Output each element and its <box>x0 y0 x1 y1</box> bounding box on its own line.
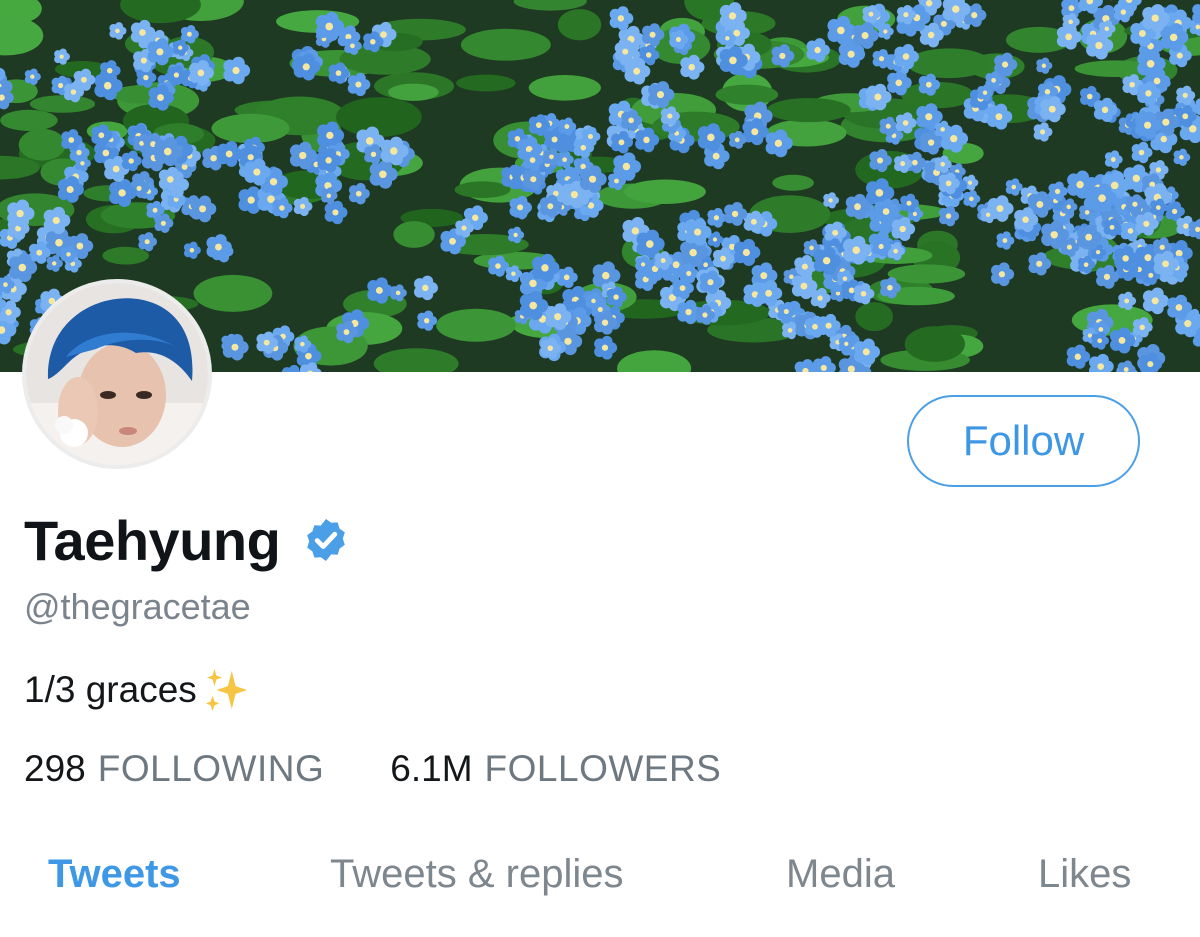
verified-badge-icon <box>307 519 346 561</box>
followers-stat[interactable]: 6.1M FOLLOWERS <box>390 748 721 790</box>
avatar-image <box>26 283 208 465</box>
tab-tweets-and-replies[interactable]: Tweets & replies <box>330 852 623 897</box>
followers-label: FOLLOWERS <box>484 748 722 789</box>
sparkles-icon <box>205 668 247 712</box>
tab-likes[interactable]: Likes <box>1038 852 1131 897</box>
profile-tabs: Tweets Tweets & replies Media Likes <box>0 852 1200 912</box>
tab-media[interactable]: Media <box>786 852 895 897</box>
profile-stats: 298 FOLLOWING 6.1M FOLLOWERS <box>24 748 721 790</box>
following-label: FOLLOWING <box>97 748 325 789</box>
followers-count: 6.1M <box>390 748 473 789</box>
name-row: Taehyung <box>24 508 350 572</box>
following-count: 298 <box>24 748 86 789</box>
following-stat[interactable]: 298 FOLLOWING <box>24 748 324 790</box>
display-name: Taehyung <box>24 508 281 572</box>
profile-bio: 1/3 graces <box>24 667 249 713</box>
follow-button[interactable]: Follow <box>907 395 1140 487</box>
bio-text: 1/3 graces <box>24 669 197 710</box>
profile-handle: @thegracetae <box>24 586 251 627</box>
tab-tweets[interactable]: Tweets <box>48 852 181 897</box>
profile-avatar[interactable] <box>22 279 212 469</box>
